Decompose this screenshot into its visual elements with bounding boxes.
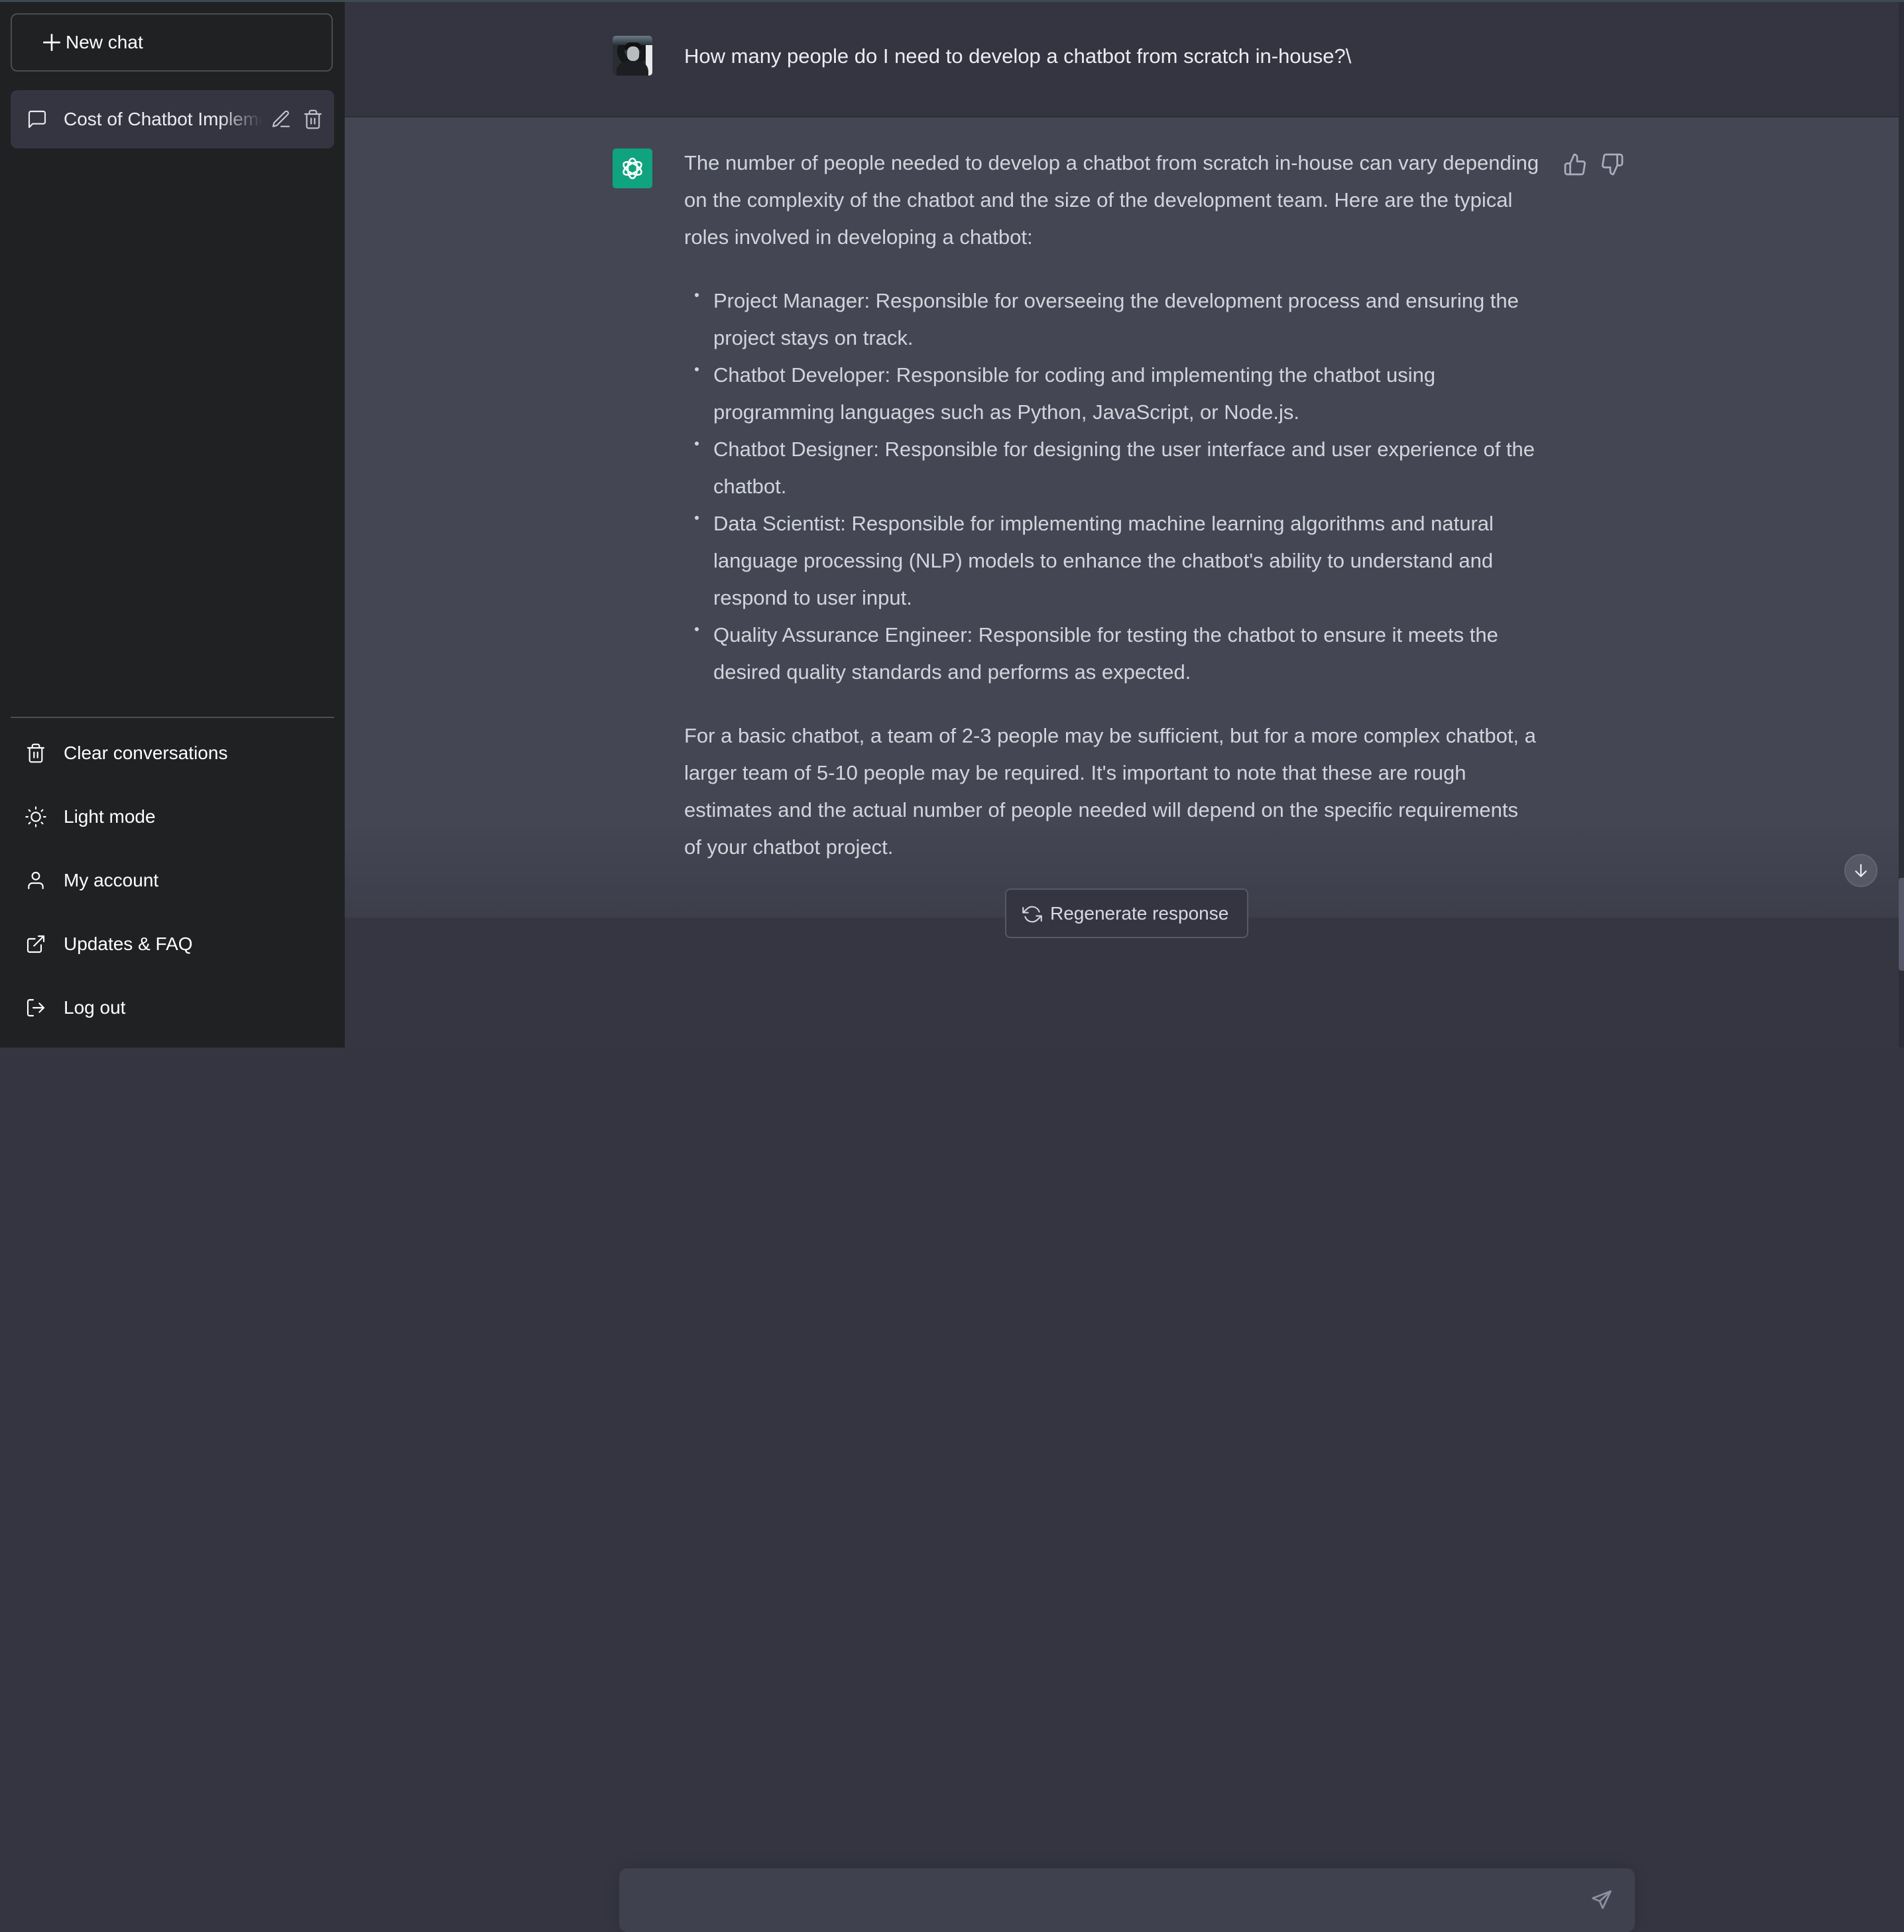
roles-list: Project Manager: Responsible for oversee… xyxy=(684,282,1539,691)
assistant-message-row: The number of people needed to develop a… xyxy=(345,117,1899,918)
edit-pencil-icon[interactable] xyxy=(270,109,292,130)
scrollbar-thumb[interactable] xyxy=(1899,878,1904,971)
list-item: Chatbot Developer: Responsible for codin… xyxy=(684,357,1539,431)
sidebar: New chat Cost of Chatbot Implementation … xyxy=(0,0,345,1048)
regenerate-response-button[interactable]: Regenerate response xyxy=(1005,888,1248,938)
thumbs-up-icon[interactable] xyxy=(1563,152,1587,176)
external-link-icon xyxy=(27,935,45,953)
list-item: Project Manager: Responsible for oversee… xyxy=(684,282,1539,357)
send-icon[interactable] xyxy=(1590,1888,1614,1912)
message-input-box[interactable] xyxy=(619,1868,1635,1932)
scroll-to-bottom-button[interactable] xyxy=(1844,854,1877,887)
assistant-conclusion: For a basic chatbot, a team of 2-3 peopl… xyxy=(684,724,1536,859)
new-chat-label: New chat xyxy=(66,32,143,52)
log-out-button[interactable]: Log out xyxy=(11,979,334,1037)
assistant-message: The number of people needed to develop a… xyxy=(684,145,1539,866)
conversation-item[interactable]: Cost of Chatbot Implementation xyxy=(11,90,334,149)
menu-label: Clear conversations xyxy=(64,743,228,763)
sidebar-divider xyxy=(11,717,334,718)
trash-icon xyxy=(27,743,45,763)
user-icon xyxy=(28,871,44,890)
menu-label: Light mode xyxy=(64,806,156,827)
new-chat-button[interactable]: New chat xyxy=(11,13,333,72)
light-mode-button[interactable]: Light mode xyxy=(11,788,334,846)
message-input[interactable] xyxy=(639,1887,1570,1916)
list-item: Chatbot Designer: Responsible for design… xyxy=(684,431,1539,505)
regenerate-label: Regenerate response xyxy=(1050,902,1229,924)
window-top-border xyxy=(0,0,1904,2)
list-item: Data Scientist: Responsible for implemen… xyxy=(684,505,1539,617)
plus-icon xyxy=(43,34,60,51)
menu-label: Log out xyxy=(64,997,126,1018)
menu-label: Updates & FAQ xyxy=(64,934,193,954)
arrow-down-icon xyxy=(1855,864,1867,877)
user-avatar xyxy=(613,36,652,76)
menu-label: My account xyxy=(64,870,159,890)
logout-icon xyxy=(27,998,45,1017)
assistant-intro: The number of people needed to develop a… xyxy=(684,151,1539,249)
user-message-row: How many people do I need to develop a c… xyxy=(345,2,1899,117)
sun-icon xyxy=(25,806,46,827)
delete-trash-icon[interactable] xyxy=(302,109,324,130)
conversation-title: Cost of Chatbot Implementation xyxy=(64,109,263,129)
my-account-button[interactable]: My account xyxy=(11,851,334,910)
thumbs-down-icon[interactable] xyxy=(1600,152,1624,176)
openai-logo-icon xyxy=(623,157,642,180)
user-message-text: How many people do I need to develop a c… xyxy=(684,44,1352,68)
refresh-icon xyxy=(1022,906,1042,923)
chat-bubble-icon xyxy=(28,110,46,129)
clear-conversations-button[interactable]: Clear conversations xyxy=(11,724,334,782)
updates-faq-link[interactable]: Updates & FAQ xyxy=(11,915,334,973)
assistant-avatar xyxy=(613,149,652,188)
chat-main: How many people do I need to develop a c… xyxy=(345,0,1899,1932)
list-item: Quality Assurance Engineer: Responsible … xyxy=(684,617,1539,691)
